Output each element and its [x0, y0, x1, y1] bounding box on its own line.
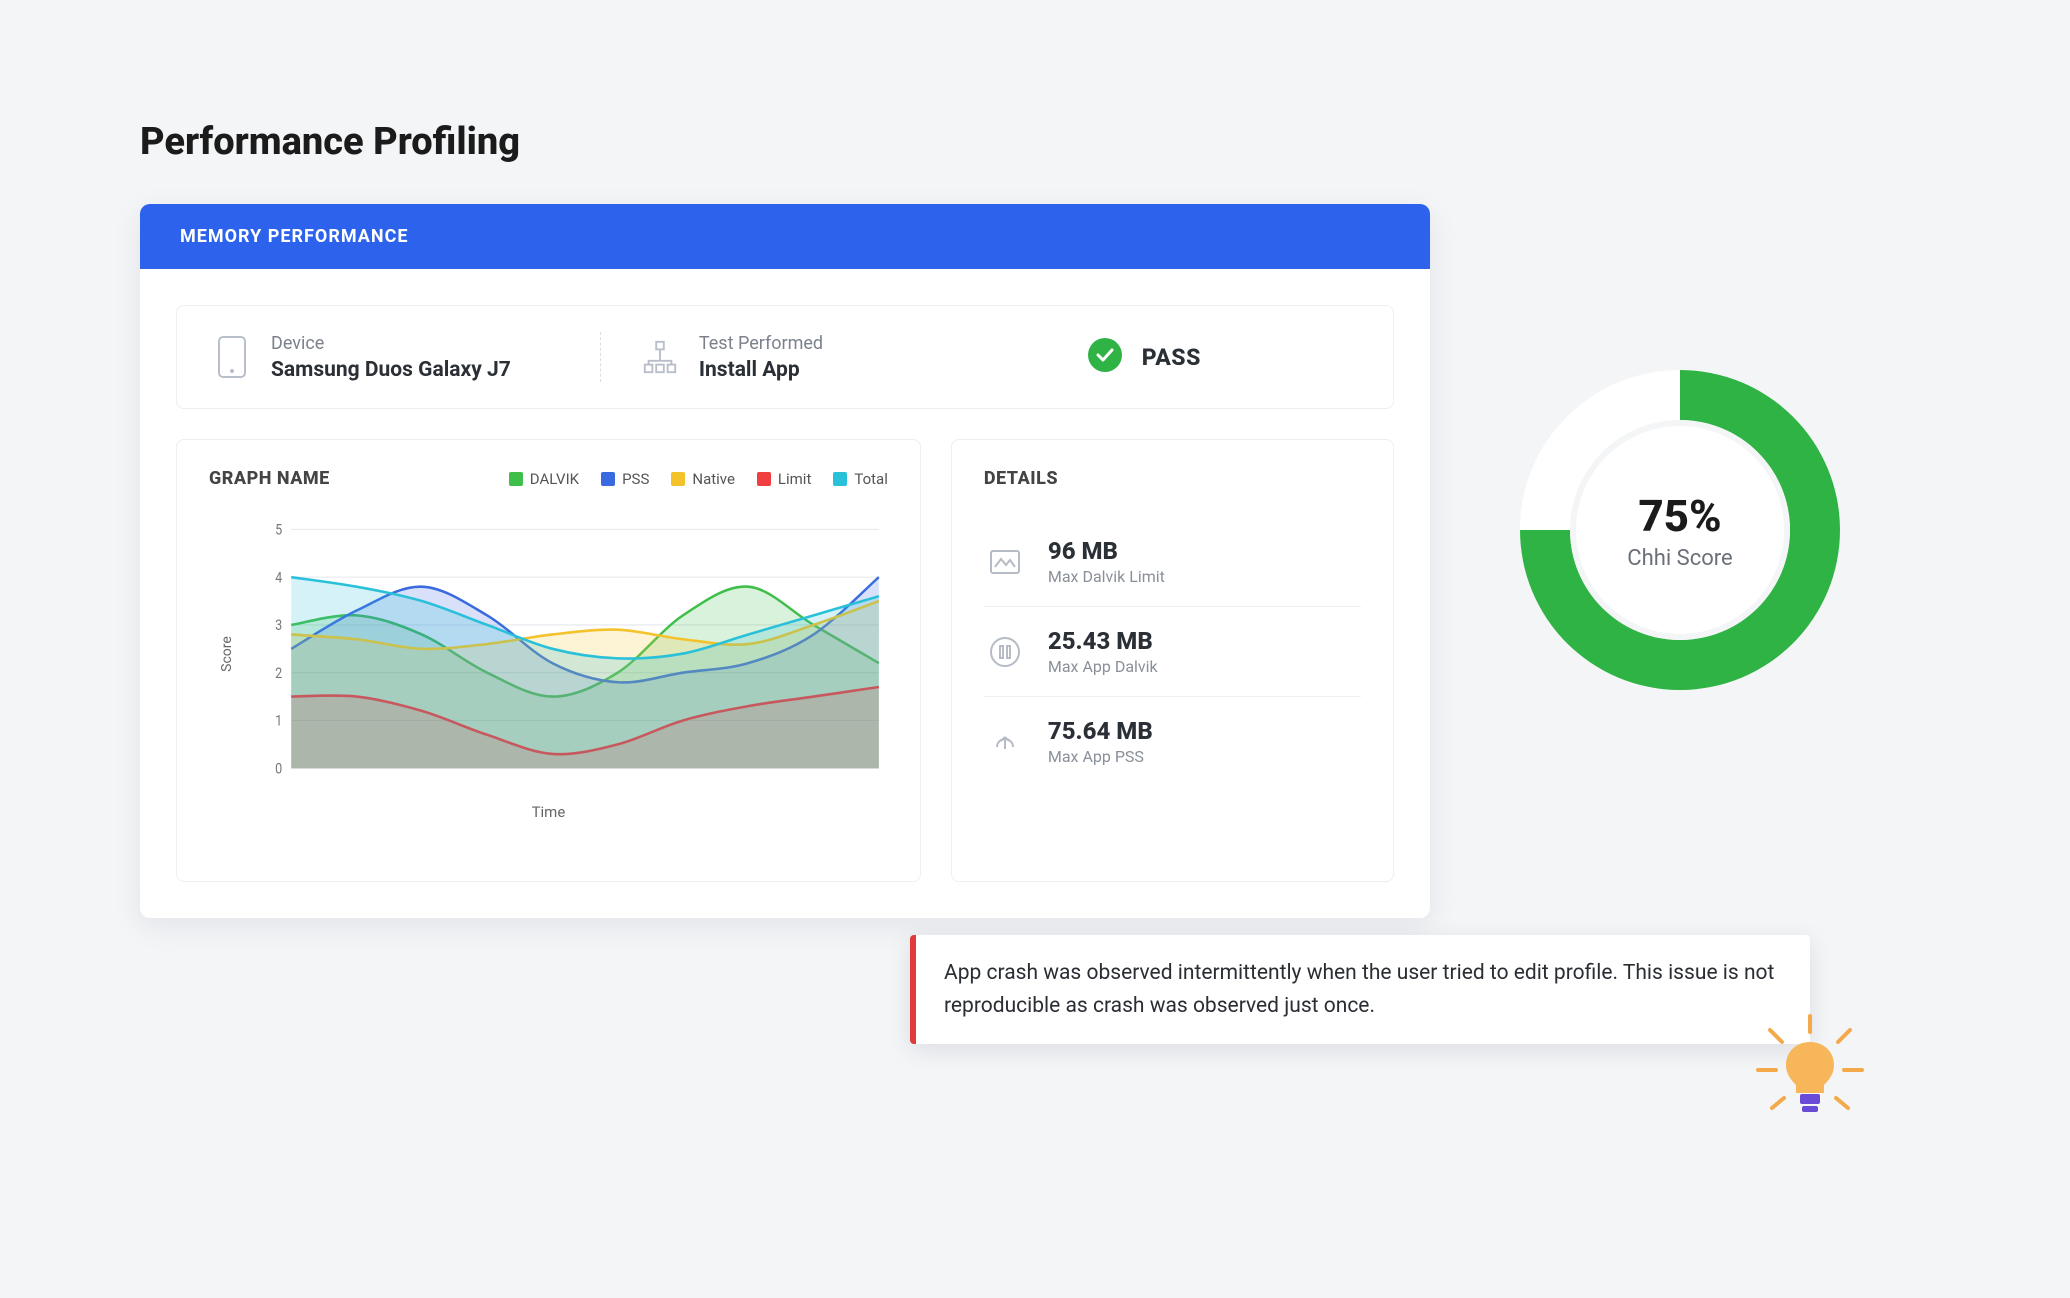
- detail-icon: [984, 631, 1026, 673]
- legend-swatch: [757, 472, 771, 486]
- svg-text:1: 1: [275, 713, 282, 730]
- legend-item: Limit: [757, 470, 811, 488]
- detail-row: 75.64 MB Max App PSS: [984, 697, 1361, 786]
- summary-row: Device Samsung Duos Galaxy J7 Test Perfo…: [176, 305, 1394, 409]
- score-donut: 75% Chhi Score: [1510, 360, 1850, 700]
- legend-swatch: [671, 472, 685, 486]
- legend-item: PSS: [601, 470, 649, 488]
- legend-swatch: [509, 472, 523, 486]
- panel-header: MEMORY PERFORMANCE: [140, 204, 1430, 269]
- memory-performance-panel: MEMORY PERFORMANCE Device Samsung Duos G…: [140, 204, 1430, 918]
- details-title: DETAILS: [984, 468, 1361, 489]
- legend-swatch: [601, 472, 615, 486]
- check-circle-icon: [1088, 338, 1122, 376]
- legend-item: Native: [671, 470, 735, 488]
- detail-value: 75.64 MB: [1048, 717, 1153, 745]
- test-label: Test Performed: [699, 333, 823, 354]
- detail-label: Max Dalvik Limit: [1048, 567, 1165, 586]
- graph-title: GRAPH NAME: [209, 468, 330, 489]
- graph-card: GRAPH NAME DALVIK PSS Native Limit Total Sco…: [176, 439, 921, 882]
- svg-text:0: 0: [275, 761, 282, 778]
- device-icon: [213, 332, 251, 382]
- legend-label: Limit: [778, 470, 811, 488]
- sitemap-icon: [641, 332, 679, 382]
- legend-label: Native: [692, 470, 735, 488]
- page-title: Performance Profiling: [140, 120, 1930, 164]
- status-text: PASS: [1142, 344, 1201, 371]
- crash-alert-text: App crash was observed intermittently wh…: [944, 961, 1774, 1018]
- legend-label: PSS: [622, 470, 649, 488]
- svg-text:4: 4: [275, 570, 282, 587]
- detail-row: 25.43 MB Max App Dalvik: [984, 607, 1361, 697]
- detail-value: 96 MB: [1048, 537, 1165, 565]
- legend-swatch: [833, 472, 847, 486]
- graph-ylabel: Score: [219, 636, 235, 672]
- graph-legend: DALVIK PSS Native Limit Total: [509, 470, 888, 488]
- svg-text:5: 5: [275, 522, 282, 539]
- graph-xlabel: Time: [209, 803, 888, 821]
- graph-chart: 0 1 2 3 4 5: [257, 519, 888, 789]
- lightbulb-icon: [1750, 1010, 1870, 1130]
- detail-label: Max App Dalvik: [1048, 657, 1158, 676]
- device-label: Device: [271, 333, 511, 354]
- details-card: DETAILS 96 MB Max Dalvik Limit 25.43 MB …: [951, 439, 1394, 882]
- detail-value: 25.43 MB: [1048, 627, 1158, 655]
- detail-label: Max App PSS: [1048, 747, 1153, 766]
- detail-row: 96 MB Max Dalvik Limit: [984, 517, 1361, 607]
- detail-icon: [984, 541, 1026, 583]
- legend-item: Total: [833, 470, 888, 488]
- svg-text:3: 3: [275, 617, 282, 634]
- detail-icon: [984, 721, 1026, 763]
- donut-label: Chhi Score: [1627, 546, 1732, 571]
- donut-percent: 75%: [1638, 490, 1721, 542]
- svg-text:2: 2: [275, 665, 282, 682]
- test-value: Install App: [699, 358, 823, 382]
- crash-alert: App crash was observed intermittently wh…: [910, 935, 1810, 1044]
- legend-label: Total: [854, 470, 888, 488]
- legend-item: DALVIK: [509, 470, 579, 488]
- device-value: Samsung Duos Galaxy J7: [271, 358, 511, 382]
- legend-label: DALVIK: [530, 470, 579, 488]
